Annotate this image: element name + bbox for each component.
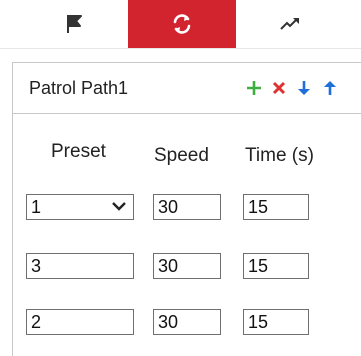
time-value: 15 <box>248 312 269 332</box>
preset-input[interactable]: 2 <box>26 309 134 335</box>
move-down-button[interactable] <box>293 76 315 100</box>
speed-value: 30 <box>158 256 179 276</box>
preset-value: 3 <box>31 256 42 276</box>
column-header-speed: Speed <box>154 145 209 166</box>
speed-value: 30 <box>158 312 179 332</box>
column-header-preset: Preset <box>51 141 106 162</box>
time-input[interactable]: 15 <box>243 253 309 279</box>
refresh-icon <box>173 14 191 34</box>
time-input[interactable]: 15 <box>243 194 309 220</box>
time-value: 15 <box>248 197 269 217</box>
chevron-down-icon <box>112 202 126 211</box>
patrol-header: Patrol Path1 <box>13 63 361 114</box>
patrol-path-name: Patrol Path1 <box>29 78 129 98</box>
patrol-panel: Patrol Path1 Preset Speed Time (s) 1 30 … <box>12 62 361 356</box>
tab-divider <box>0 48 361 49</box>
flag-icon <box>67 15 82 33</box>
speed-value: 30 <box>158 197 179 217</box>
preset-value: 2 <box>31 312 42 332</box>
preset-select[interactable]: 1 <box>26 194 134 220</box>
column-header-time: Time (s) <box>245 145 314 166</box>
add-button[interactable] <box>243 76 265 100</box>
speed-input[interactable]: 30 <box>153 309 221 335</box>
tab-bar <box>0 0 361 48</box>
speed-input[interactable]: 30 <box>153 194 221 220</box>
speed-input[interactable]: 30 <box>153 253 221 279</box>
delete-button[interactable] <box>268 76 290 100</box>
arrow-up-icon <box>324 81 336 95</box>
time-value: 15 <box>248 256 269 276</box>
time-input[interactable]: 15 <box>243 309 309 335</box>
tab-pattern[interactable] <box>236 0 344 48</box>
preset-input[interactable]: 3 <box>26 253 134 279</box>
preset-value: 1 <box>31 197 42 217</box>
move-up-button[interactable] <box>319 76 341 100</box>
tab-preset[interactable] <box>20 0 128 48</box>
trend-icon <box>280 18 299 30</box>
tab-patrol[interactable] <box>128 0 236 48</box>
plus-icon <box>247 81 261 95</box>
x-icon <box>272 81 286 95</box>
arrow-down-icon <box>298 81 310 95</box>
